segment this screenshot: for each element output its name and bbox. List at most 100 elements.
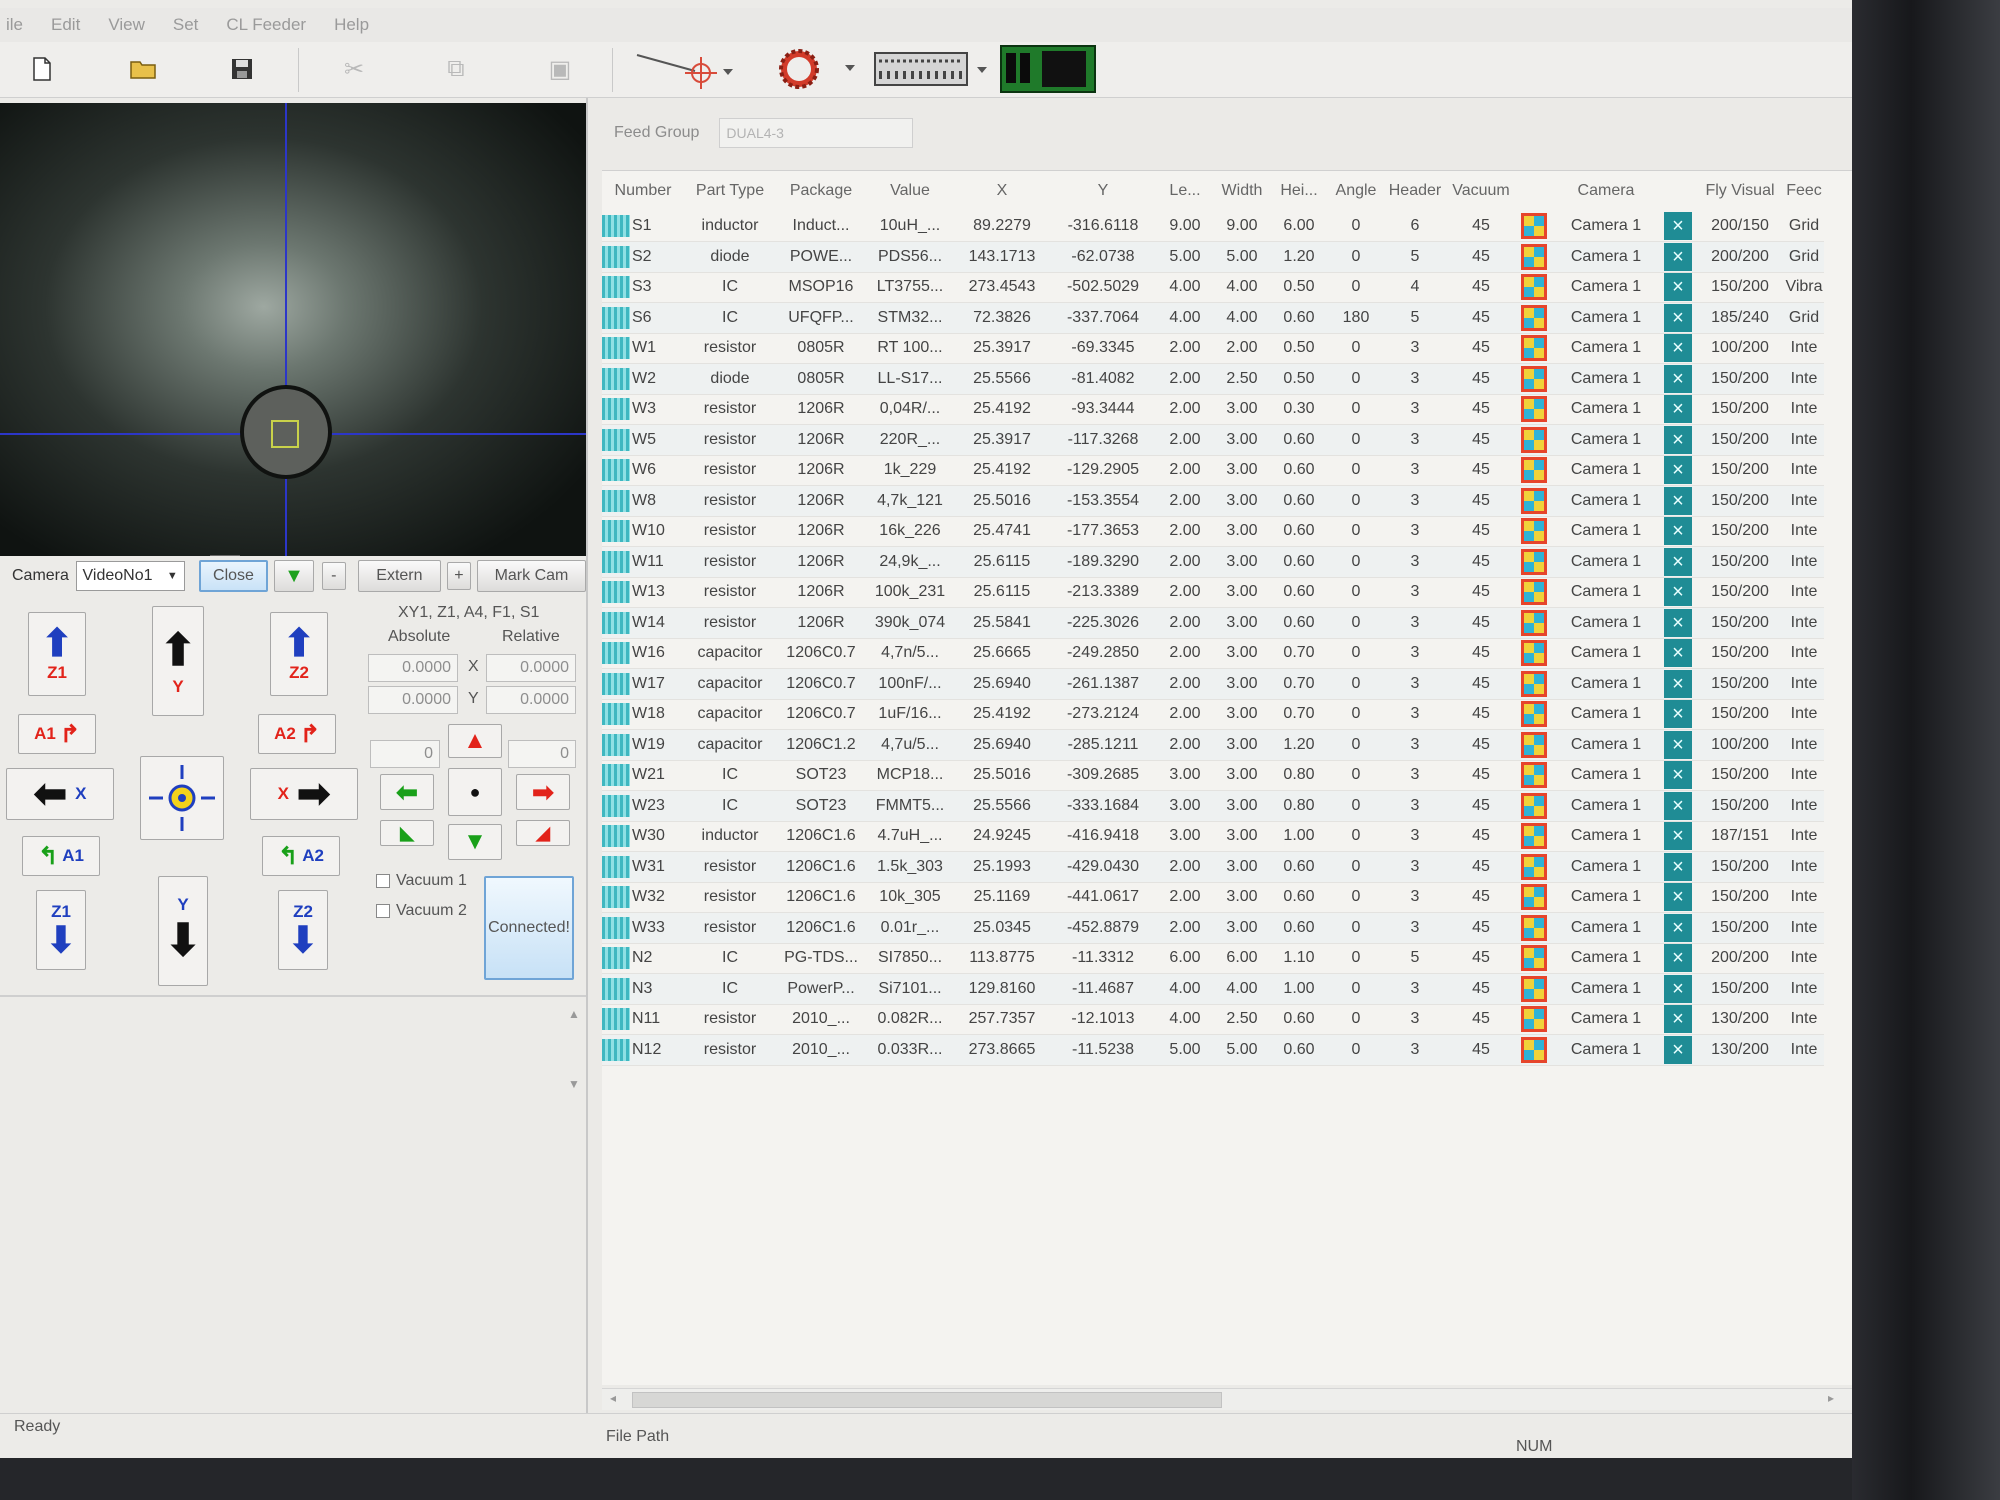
cell-package[interactable]: 1206R <box>776 455 866 486</box>
cell-height[interactable]: 0.60 <box>1270 302 1328 334</box>
cell-camera-icon[interactable] <box>1516 485 1552 517</box>
cell-width[interactable]: 3.00 <box>1214 668 1270 700</box>
cell-feeder[interactable]: Vibra <box>1784 272 1824 303</box>
cell-height[interactable]: 0.60 <box>1270 424 1328 456</box>
fly-visual-icon[interactable]: × <box>1664 791 1692 820</box>
cell-length[interactable]: 2.00 <box>1156 668 1214 700</box>
cell-length[interactable]: 2.00 <box>1156 546 1214 578</box>
cell-angle[interactable]: 0 <box>1328 821 1384 852</box>
cell-vacuum[interactable]: 45 <box>1446 821 1516 852</box>
cell-x[interactable]: 25.6665 <box>954 638 1050 669</box>
a1-rotate-cw-button[interactable]: A1 ↱ <box>18 714 96 754</box>
small-right-button[interactable]: ➡ <box>516 774 570 810</box>
fly-visual-icon[interactable]: × <box>1664 669 1692 698</box>
cell-camera[interactable]: Camera 1 <box>1552 821 1660 852</box>
cell-vacuum[interactable]: 45 <box>1446 363 1516 395</box>
connected-button[interactable]: Connected! <box>484 876 574 980</box>
cell-length[interactable]: 2.00 <box>1156 333 1214 364</box>
cell-y[interactable]: -81.4082 <box>1050 363 1156 395</box>
cell-camera-icon[interactable] <box>1516 272 1552 303</box>
cell-width[interactable]: 3.00 <box>1214 638 1270 669</box>
cell-feeder[interactable]: Inte <box>1784 790 1824 822</box>
table-row[interactable]: N2 IC PG-TDS... SI7850... 113.8775 -11.3312 6.… <box>602 943 1824 974</box>
column-header[interactable] <box>1660 171 1696 211</box>
cell-value[interactable]: 10k_305 <box>866 882 954 913</box>
cell-camera[interactable]: Camera 1 <box>1552 760 1660 791</box>
paste-icon[interactable]: ▣ <box>540 50 580 88</box>
cell-fly-visual[interactable]: 150/200 <box>1696 546 1784 578</box>
cell-width[interactable]: 3.00 <box>1214 912 1270 944</box>
cell-camera[interactable]: Camera 1 <box>1552 638 1660 669</box>
camera-down-button[interactable]: ▼ <box>274 560 314 592</box>
small-rotate-right-button[interactable]: ◢ <box>516 820 570 846</box>
cell-fly-icon[interactable]: × <box>1660 943 1696 974</box>
pcb-board-icon[interactable] <box>1000 45 1096 93</box>
table-row[interactable]: W16 capacitor 1206C0.7 4,7n/5... 25.6665 -249… <box>602 638 1824 669</box>
cell-length[interactable]: 3.00 <box>1156 760 1214 791</box>
cell-fly-visual[interactable]: 150/200 <box>1696 760 1784 791</box>
cell-camera-icon[interactable] <box>1516 363 1552 395</box>
cell-value[interactable]: 390k_074 <box>866 607 954 639</box>
cell-height[interactable]: 0.50 <box>1270 272 1328 303</box>
camera-pattern-icon[interactable] <box>1521 274 1547 301</box>
cell-fly-visual[interactable]: 187/151 <box>1696 821 1784 852</box>
a1-rotate-ccw-button[interactable]: ↰ A1 <box>22 836 100 876</box>
cell-part-type[interactable]: resistor <box>684 424 776 456</box>
camera-pattern-icon[interactable] <box>1521 1006 1547 1033</box>
fly-visual-icon[interactable]: × <box>1664 1005 1692 1034</box>
cell-fly-visual[interactable]: 150/200 <box>1696 790 1784 822</box>
cell-width[interactable]: 3.00 <box>1214 607 1270 639</box>
cell-vacuum[interactable]: 45 <box>1446 272 1516 303</box>
z1-down-button[interactable]: Z1 ⬇ <box>36 890 86 970</box>
cell-package[interactable]: POWE... <box>776 241 866 273</box>
cell-height[interactable]: 0.60 <box>1270 607 1328 639</box>
camera-pattern-icon[interactable] <box>1521 335 1547 362</box>
cell-height[interactable]: 1.20 <box>1270 241 1328 273</box>
table-row[interactable]: W31 resistor 1206C1.6 1.5k_303 25.1993 -429.0… <box>602 851 1824 883</box>
table-row[interactable]: W10 resistor 1206R 16k_226 25.4741 -177.3653 2… <box>602 516 1824 547</box>
cell-y[interactable]: -273.2124 <box>1050 699 1156 730</box>
cell-feeder[interactable]: Inte <box>1784 577 1824 608</box>
copy-icon[interactable]: ⧉ <box>436 50 476 88</box>
cell-package[interactable]: 1206C1.6 <box>776 821 866 852</box>
cell-fly-icon[interactable]: × <box>1660 455 1696 486</box>
cell-value[interactable]: 1uF/16... <box>866 699 954 730</box>
cell-angle[interactable]: 0 <box>1328 394 1384 425</box>
cell-width[interactable]: 3.00 <box>1214 394 1270 425</box>
cell-package[interactable]: 0805R <box>776 363 866 395</box>
cell-y[interactable]: -333.1684 <box>1050 790 1156 822</box>
cell-camera[interactable]: Camera 1 <box>1552 485 1660 517</box>
cell-length[interactable]: 2.00 <box>1156 851 1214 883</box>
cell-fly-icon[interactable]: × <box>1660 973 1696 1005</box>
cell-y[interactable]: -452.8879 <box>1050 912 1156 944</box>
cell-y[interactable]: -177.3653 <box>1050 516 1156 547</box>
menu-help[interactable]: Help <box>334 15 369 35</box>
cell-part-type[interactable]: resistor <box>684 1004 776 1035</box>
column-header[interactable]: Y <box>1050 171 1156 211</box>
cell-angle[interactable]: 0 <box>1328 973 1384 1005</box>
cell-part-type[interactable]: resistor <box>684 455 776 486</box>
cell-length[interactable]: 2.00 <box>1156 455 1214 486</box>
cell-number[interactable]: N3 <box>602 973 684 1005</box>
cell-height[interactable]: 1.00 <box>1270 821 1328 852</box>
cell-x[interactable]: 72.3826 <box>954 302 1050 334</box>
menu-file[interactable]: ile <box>6 15 23 35</box>
cell-camera[interactable]: Camera 1 <box>1552 333 1660 364</box>
fly-visual-icon[interactable]: × <box>1664 639 1692 668</box>
cell-y[interactable]: -153.3554 <box>1050 485 1156 517</box>
cell-fly-icon[interactable]: × <box>1660 516 1696 547</box>
cell-number[interactable]: W13 <box>602 577 684 608</box>
cell-x[interactable]: 273.4543 <box>954 272 1050 303</box>
cell-part-type[interactable]: inductor <box>684 211 776 242</box>
cell-package[interactable]: 2010_... <box>776 1004 866 1035</box>
cell-feeder[interactable]: Grid <box>1784 211 1824 242</box>
home-center-button[interactable] <box>140 756 224 840</box>
cell-angle[interactable]: 0 <box>1328 272 1384 303</box>
cell-fly-visual[interactable]: 150/200 <box>1696 272 1784 303</box>
cell-header[interactable]: 6 <box>1384 211 1446 242</box>
cell-feeder[interactable]: Inte <box>1784 973 1824 1005</box>
fly-visual-icon[interactable]: × <box>1664 425 1692 454</box>
cell-angle[interactable]: 0 <box>1328 485 1384 517</box>
fly-visual-icon[interactable]: × <box>1664 700 1692 729</box>
cell-fly-visual[interactable]: 200/200 <box>1696 241 1784 273</box>
